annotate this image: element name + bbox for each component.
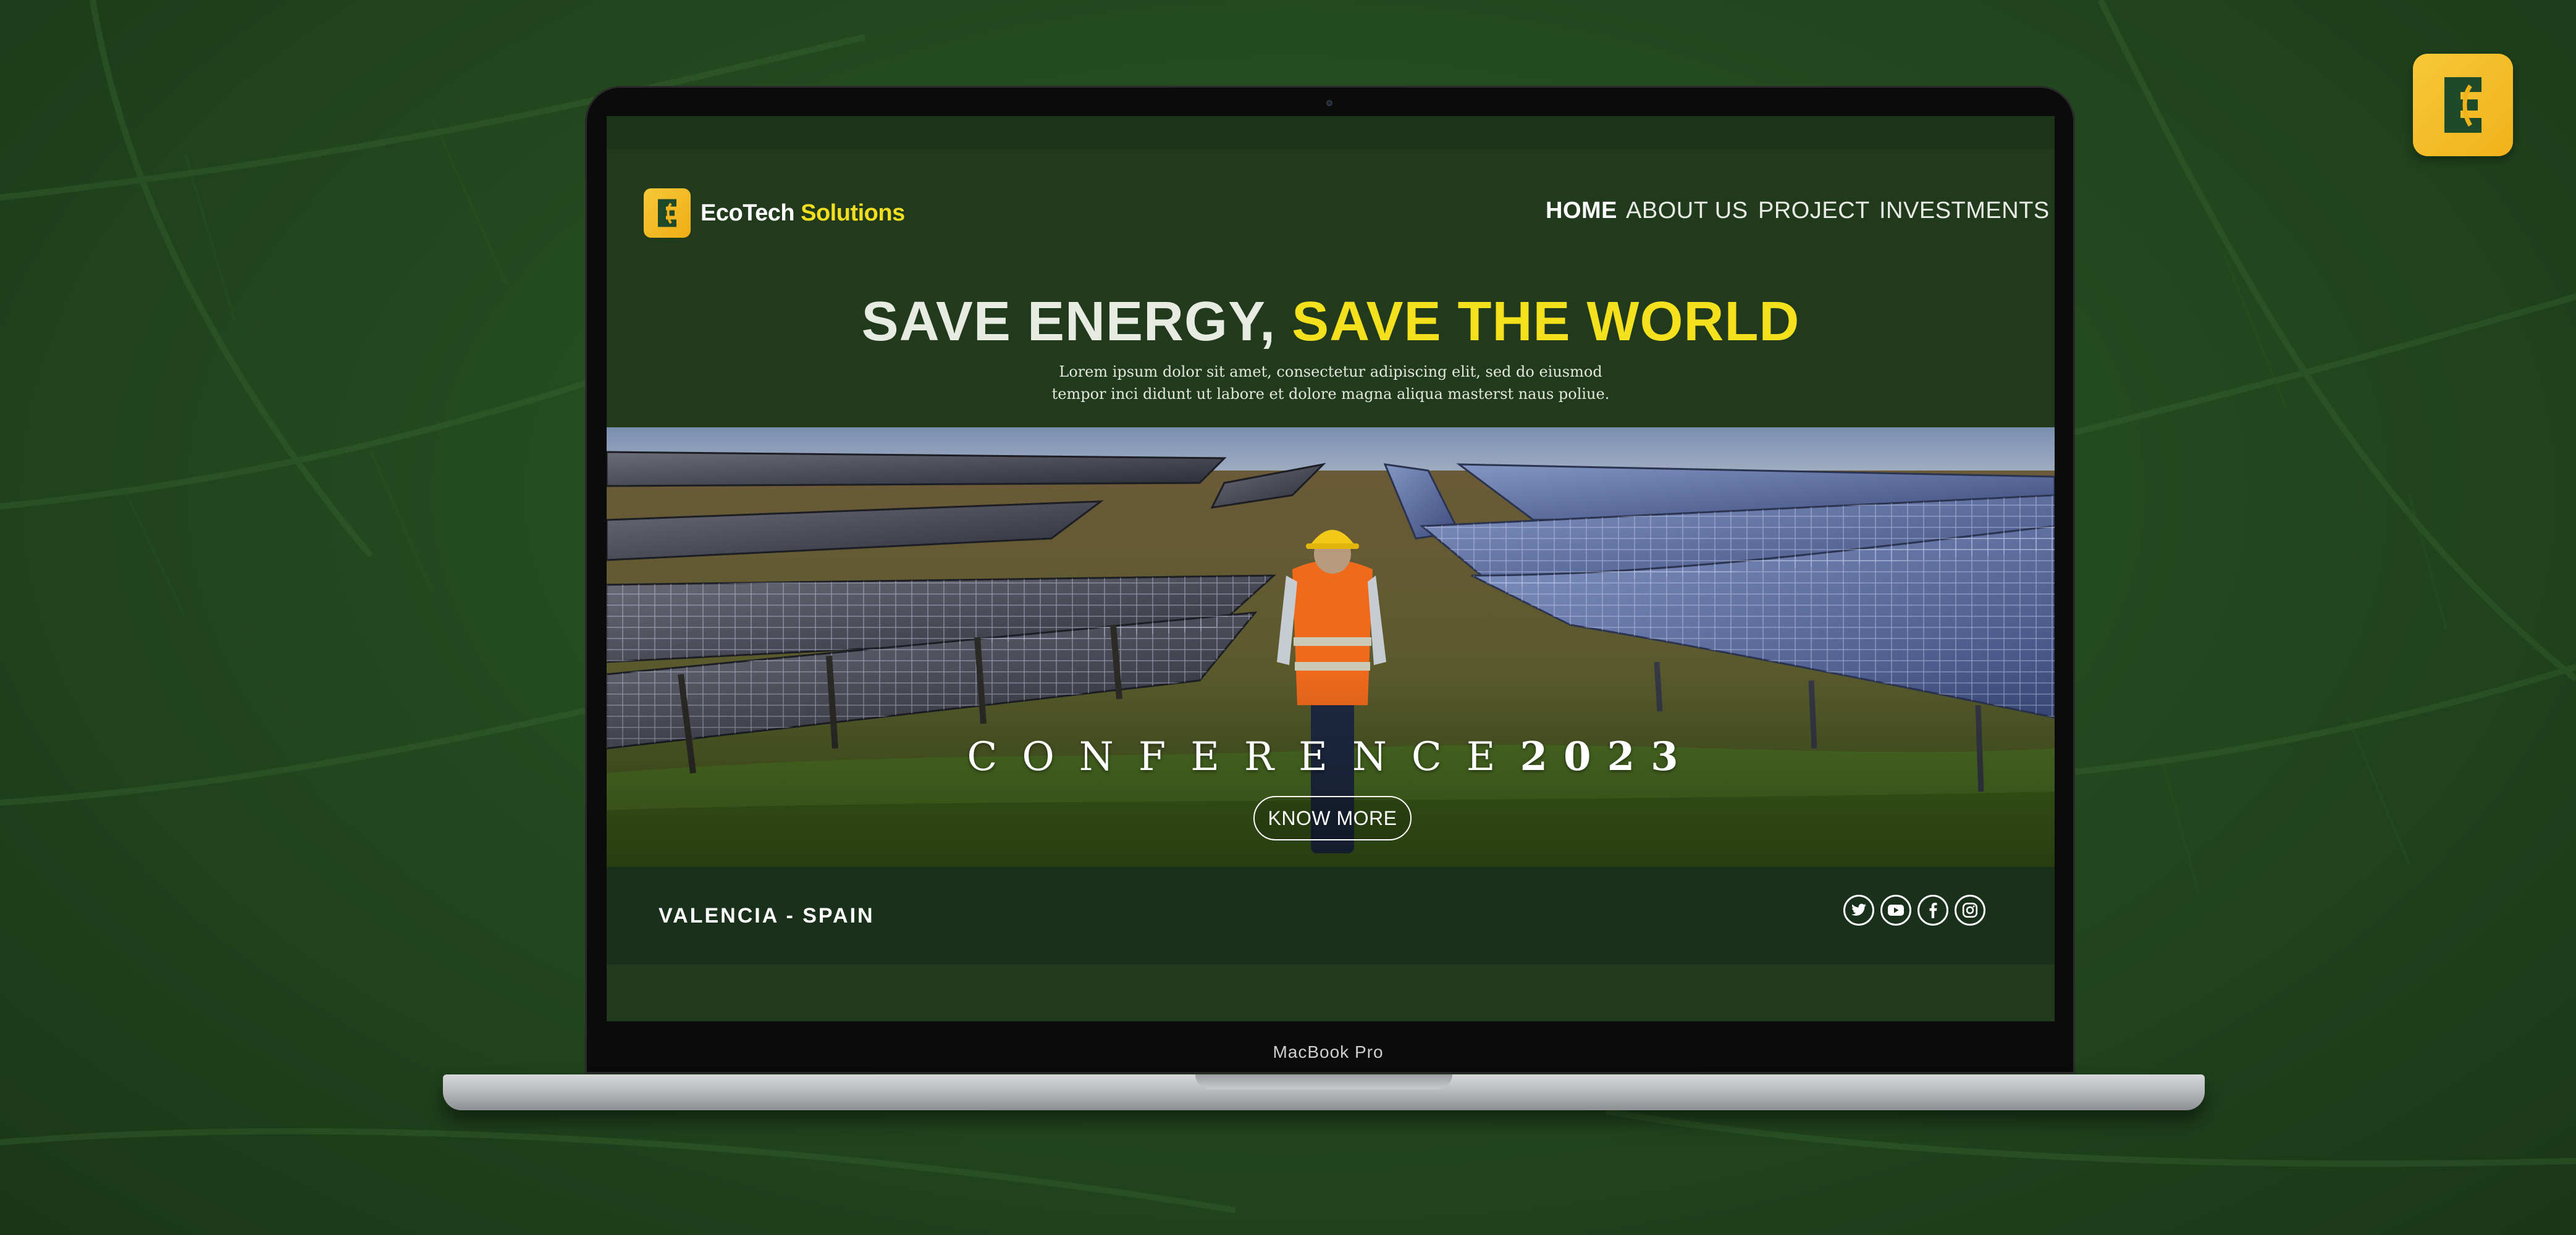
nav-investments[interactable]: INVESTMENTS [1879, 198, 2050, 224]
nav-project[interactable]: PROJECT [1758, 198, 1870, 224]
webcam [1326, 100, 1332, 106]
hero-title-part2: SAVE THE WORLD [1276, 291, 1800, 353]
location-text: VALENCIA - SPAIN [659, 904, 875, 927]
youtube-icon[interactable] [1880, 895, 1911, 926]
macbook-label: MacBook Pro [1273, 1042, 1384, 1061]
hero-subtitle-line2: tempor inci didunt ut labore et dolore m… [1051, 385, 1610, 403]
twitter-icon[interactable] [1843, 895, 1874, 926]
screen-top-strip [607, 116, 2055, 149]
nav-about-us[interactable]: ABOUT US [1626, 198, 1748, 224]
laptop-screen: EcoTech Solutions HOME ABOUT US PROJECT … [607, 116, 2055, 1021]
hero-subtitle-line1: Lorem ipsum dolor sit amet, consectetur … [1059, 363, 1602, 380]
facebook-icon[interactable] [1917, 895, 1948, 926]
laptop-base-notch [1195, 1074, 1452, 1089]
instagram-icon[interactable] [1955, 895, 1985, 926]
social-links [1843, 895, 1985, 926]
ecotech-e-leaf-icon [2444, 77, 2481, 133]
conference-heading: CONFERENCE2023 [607, 734, 2055, 780]
main-nav: HOME ABOUT US PROJECT INVESTMENTS [607, 198, 2055, 228]
hero-subtitle: Lorem ipsum dolor sit amet, consectetur … [607, 361, 2055, 405]
hero-title-part1: SAVE ENERGY, [861, 291, 1276, 353]
hero-title: SAVE ENERGY, SAVE THE WORLD [607, 290, 2055, 354]
know-more-button[interactable]: KNOW MORE [1253, 796, 1412, 840]
nav-home[interactable]: HOME [1546, 198, 1617, 224]
conference-word: CONFERENCE [967, 734, 1520, 780]
conference-year: 2023 [1520, 734, 1694, 780]
corner-brand-badge [2413, 54, 2513, 156]
screen-bottom-area [607, 965, 2055, 1021]
